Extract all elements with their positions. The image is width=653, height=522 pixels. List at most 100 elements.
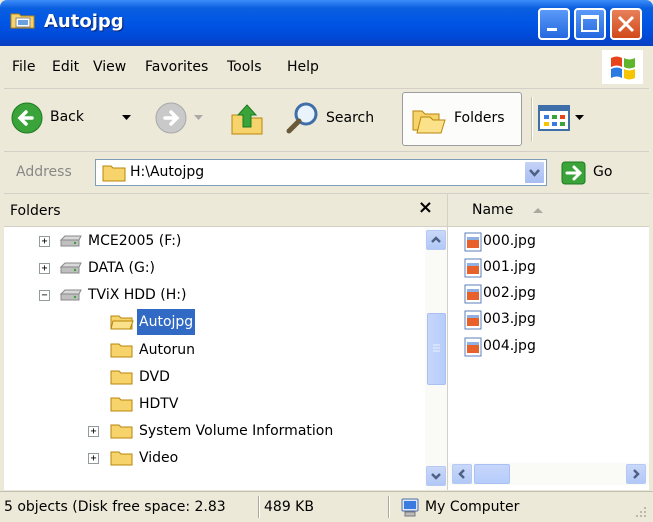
chevron-down-icon [431,473,441,480]
address-label: Address [16,164,72,180]
folders-label: Folders [454,110,505,126]
tree-item-label: System Volume Information [139,423,334,439]
folder-icon [110,343,133,358]
file-name: 002.jpg [483,285,536,301]
folder-icon [110,451,133,466]
address-bar: Address H:\Autojpg Go [4,152,649,194]
search-button[interactable]: Search [286,99,396,139]
minimize-icon [547,28,557,31]
scroll-grip-icon [433,344,440,352]
file-name: 000.jpg [483,233,536,249]
close-icon [617,15,635,33]
minimize-button[interactable] [538,8,570,40]
expand-icon[interactable]: + [39,263,50,274]
jpg-file-icon [464,310,482,330]
horizontal-scroll-thumb[interactable] [474,464,510,484]
jpg-file-icon [464,284,482,304]
file-list-horizontal-scrollbar[interactable] [448,463,649,485]
menu-file[interactable]: File [12,59,35,75]
search-label: Search [326,110,375,126]
tree-item-label: Autojpg [137,309,196,335]
address-value: H:\Autojpg [130,164,205,180]
sort-ascending-icon [533,208,543,213]
hard-drive-icon [59,262,82,274]
jpg-file-icon [464,232,482,252]
views-icon [538,105,570,131]
tree-item-label: Video [139,450,179,466]
address-input[interactable]: H:\Autojpg [95,159,547,186]
chevron-right-icon [633,469,640,479]
status-size: 489 KB [264,499,314,515]
folders-pane: Folders × + MCE2005 (F:) + DATA (G:) − T… [4,194,448,490]
back-dropdown-icon[interactable] [122,115,131,121]
status-object-count: 5 objects (Disk free space: 2.83 [4,499,226,515]
tree-item-tvix-hdd[interactable]: − TViX HDD (H:) [4,282,384,308]
tree-item-label: TViX HDD (H:) [88,287,187,303]
close-button[interactable] [610,8,642,40]
tree-item-label: MCE2005 (F:) [88,233,182,249]
status-divider [388,496,390,518]
open-folder-icon [110,315,134,330]
status-bar: 5 objects (Disk free space: 2.83 489 KB … [0,491,653,522]
tree-item-label: Autorun [139,342,196,358]
scroll-up-button[interactable] [426,230,446,250]
folders-pane-title: Folders [10,203,61,219]
folders-icon [412,110,446,134]
chevron-down-icon [529,169,540,177]
menu-favorites[interactable]: Favorites [145,59,208,75]
file-name: 001.jpg [483,259,536,275]
resize-grip-icon[interactable] [632,504,648,520]
standard-toolbar: Back Search Folders [4,89,649,152]
folder-icon [110,370,133,385]
folder-icon [110,397,133,412]
go-button[interactable]: Go [557,160,637,186]
title-bar[interactable]: Autojpg [0,0,653,46]
views-dropdown-icon [575,115,584,120]
go-label: Go [593,164,613,180]
collapse-icon[interactable]: − [39,290,50,301]
tree-item-data[interactable]: + DATA (G:) [4,255,384,281]
up-folder-button[interactable] [230,101,264,137]
tree-item-autorun[interactable]: Autorun [4,337,384,363]
window-title: Autojpg [44,11,124,32]
expand-icon[interactable]: + [39,236,50,247]
tree-item-dvd[interactable]: DVD [4,364,384,390]
menu-help[interactable]: Help [287,59,319,75]
expand-icon[interactable]: + [88,453,99,464]
explorer-window: Autojpg File Edit View Favorites Tools H… [0,0,653,522]
folders-vertical-scrollbar[interactable] [425,227,447,490]
tree-item-hdtv[interactable]: HDTV [4,391,384,417]
tree-item-label: DVD [139,369,170,385]
maximize-icon [581,15,599,32]
folders-pane-close-button[interactable]: × [418,197,433,218]
maximize-button[interactable] [574,8,606,40]
jpg-file-icon [464,258,482,278]
my-computer-icon [401,498,419,517]
back-button[interactable]: Back [10,101,150,137]
forward-button[interactable] [154,101,204,137]
scroll-down-button[interactable] [426,466,446,486]
name-column-header[interactable]: Name [448,194,649,227]
menu-view[interactable]: View [93,59,126,75]
folder-window-icon [10,13,35,29]
tree-item-label: HDTV [139,396,179,412]
status-divider [258,496,260,518]
address-dropdown-button[interactable] [524,161,545,184]
hard-drive-icon [59,289,82,301]
menu-tools[interactable]: Tools [227,59,262,75]
tree-item-system-volume-information[interactable]: + System Volume Information [4,418,404,444]
folders-button[interactable]: Folders [402,92,522,146]
tree-item-autojpg[interactable]: Autojpg [4,309,384,335]
tree-item-mce2005[interactable]: + MCE2005 (F:) [4,228,384,254]
scroll-left-button[interactable] [452,464,472,484]
forward-dropdown-icon[interactable] [194,115,203,121]
menu-edit[interactable]: Edit [52,59,79,75]
scroll-right-button[interactable] [626,464,646,484]
views-button[interactable] [537,103,589,137]
tree-item-video[interactable]: + Video [4,445,384,471]
expand-icon[interactable]: + [88,426,99,437]
file-name: 004.jpg [483,338,536,354]
jpg-file-icon [464,337,482,357]
scroll-thumb[interactable] [427,313,446,385]
file-list-pane: Name 000.jpg 001.jpg 002.jpg 003.jpg 004… [448,194,649,490]
